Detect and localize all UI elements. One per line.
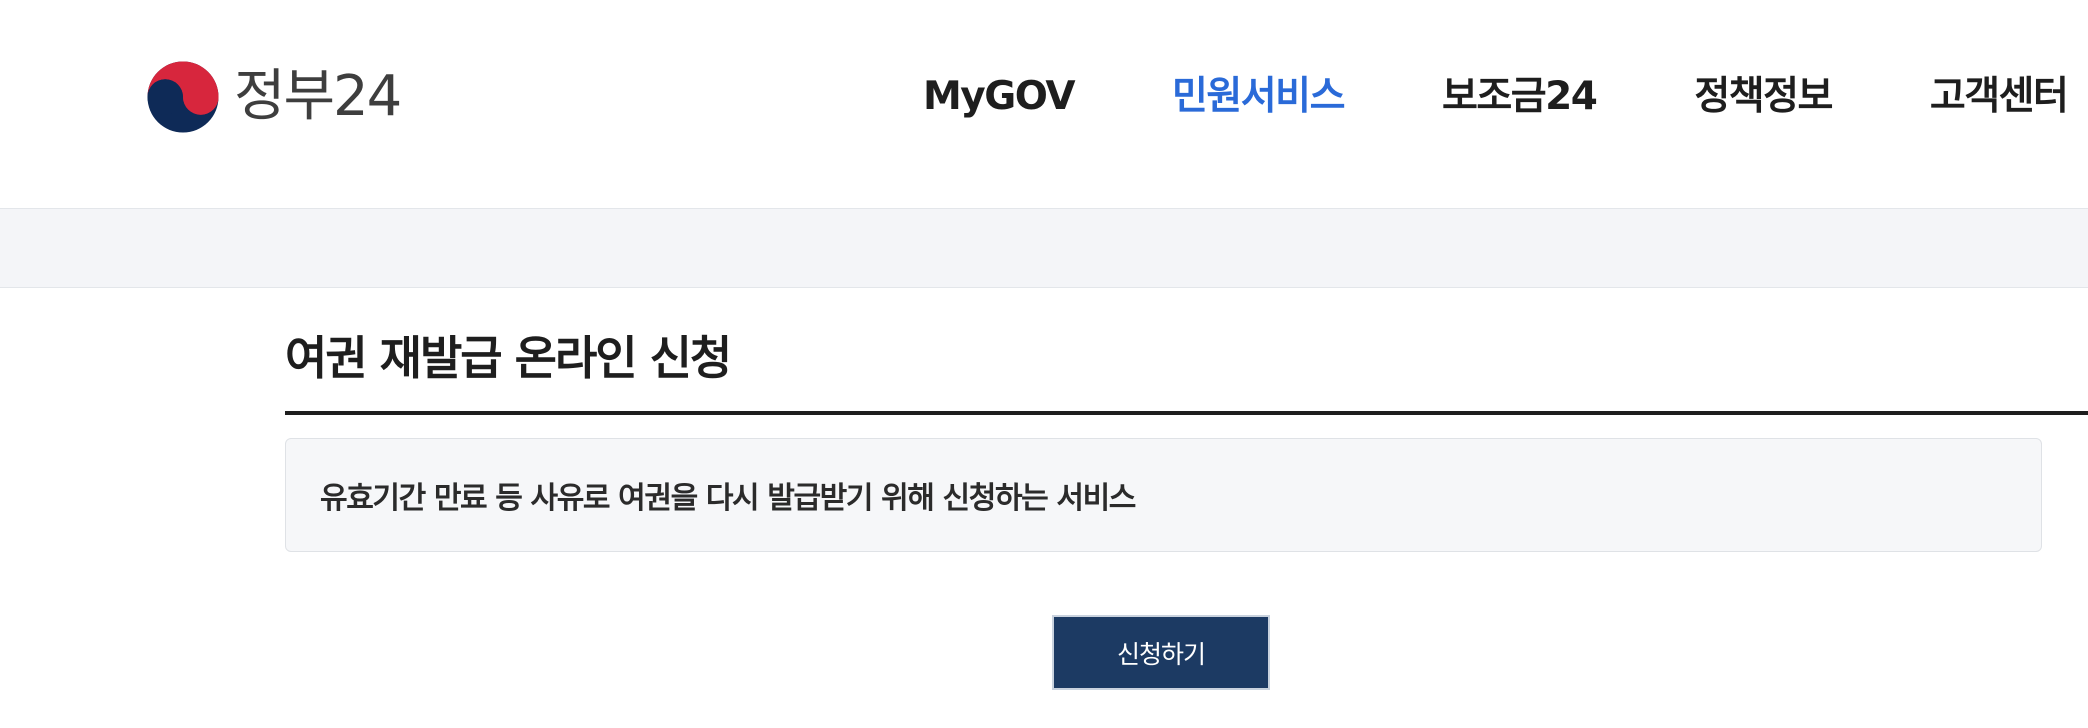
nav-item-subsidy24[interactable]: 보조금24 <box>1442 72 1598 122</box>
site-header: 정부24 MyGOV 민원서비스 보조금24 정책정보 고객센터 <box>0 0 2088 209</box>
page-title: 여권 재발급 온라인 신청 <box>285 331 732 385</box>
nav-item-mygov[interactable]: MyGOV <box>923 72 1076 122</box>
logo-text: 정부24 <box>234 64 402 129</box>
service-description: 유효기간 만료 등 사유로 여권을 다시 발급받기 위해 신청하는 서비스 <box>320 481 1136 516</box>
service-description-box: 유효기간 만료 등 사유로 여권을 다시 발급받기 위해 신청하는 서비스 <box>285 438 2042 552</box>
apply-button[interactable]: 신청하기 <box>1052 615 1270 690</box>
taegeuk-emblem-icon <box>147 61 219 133</box>
nav-item-policy-info[interactable]: 정책정보 <box>1694 72 1833 122</box>
nav-item-customer-center[interactable]: 고객센터 <box>1930 72 2069 122</box>
main-nav: MyGOV 민원서비스 보조금24 정책정보 고객센터 <box>923 72 2069 122</box>
sub-navigation-bar <box>0 209 2088 288</box>
title-divider <box>285 411 2088 415</box>
nav-item-civil-services[interactable]: 민원서비스 <box>1172 72 1345 122</box>
site-logo[interactable]: 정부24 <box>146 60 402 134</box>
